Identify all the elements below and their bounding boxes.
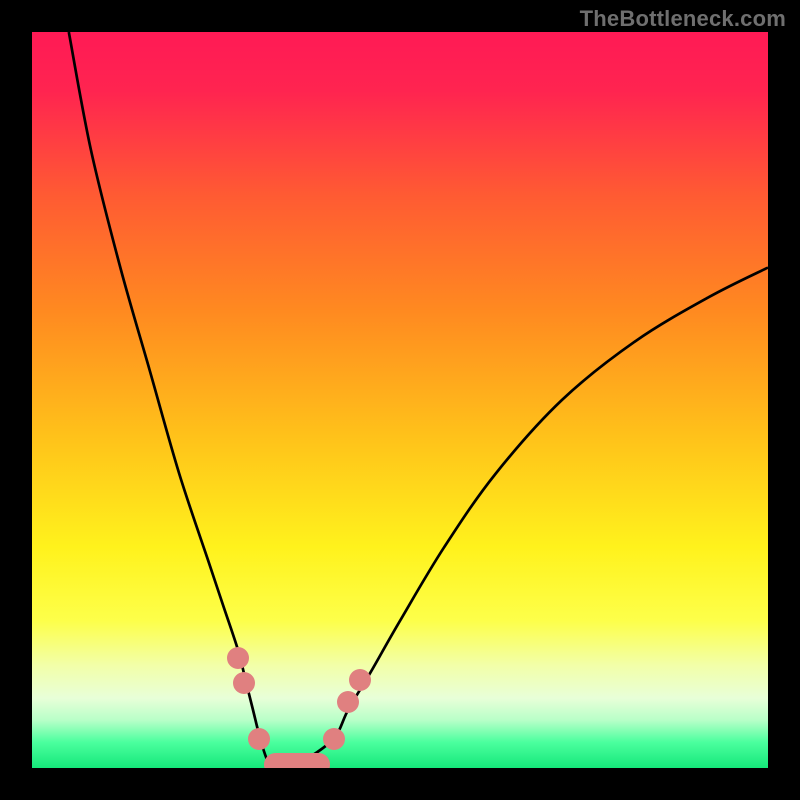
chart-frame: TheBottleneck.com	[0, 0, 800, 800]
watermark-text: TheBottleneck.com	[580, 6, 786, 32]
curve-layer	[32, 32, 768, 768]
right-dot-1	[323, 728, 345, 750]
left-dot-1	[227, 647, 249, 669]
right-dot-3	[349, 669, 371, 691]
left-dot-3	[248, 728, 270, 750]
plot-area	[32, 32, 768, 768]
bottom-bar	[264, 753, 330, 768]
bottleneck-curve	[69, 32, 768, 768]
